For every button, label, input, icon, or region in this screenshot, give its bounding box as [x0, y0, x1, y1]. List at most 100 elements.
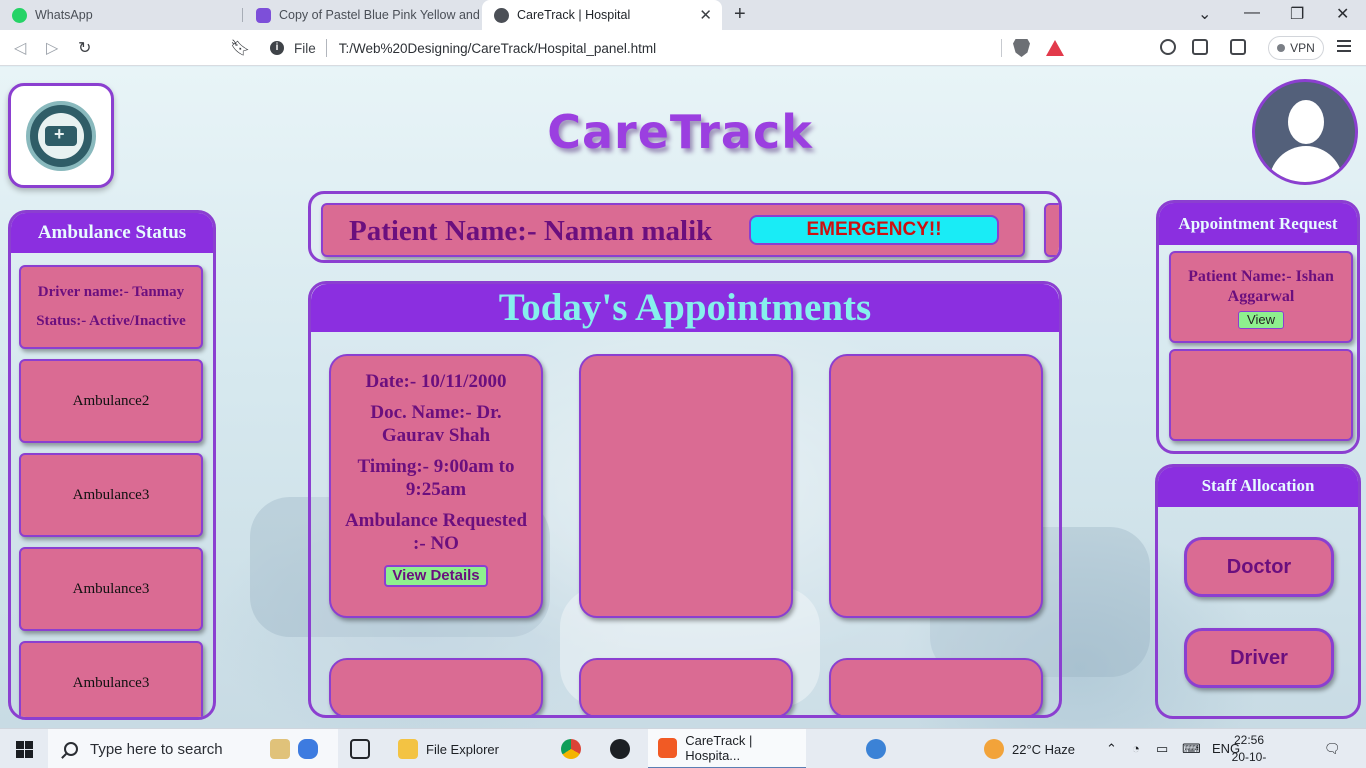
folder-icon — [398, 739, 418, 759]
driver-name: Driver name:- Tanmay — [37, 284, 185, 300]
brave-rewards-icon[interactable] — [1046, 40, 1064, 56]
staff-allocation-title: Staff Allocation — [1158, 467, 1358, 507]
caretrack-taskbar-button[interactable]: CareTrack | Hospita... — [648, 729, 806, 768]
wallet-icon[interactable] — [1230, 39, 1246, 55]
ambulance-label: Ambulance3 — [72, 486, 150, 503]
ambulance-status-title: Ambulance Status — [11, 213, 213, 253]
appointment-doctor: Doc. Name:- Dr. Gaurav Shah — [370, 402, 502, 446]
chevron-down-icon[interactable]: ⌄ — [1198, 4, 1211, 24]
help-icon[interactable] — [866, 729, 886, 768]
appointment-card[interactable] — [579, 354, 793, 618]
ambulance-card[interactable]: Driver name:- Tanmay Status:- Active/Ina… — [19, 265, 203, 349]
vpn-status-icon — [1277, 44, 1286, 52]
restore-icon[interactable]: ❐ — [1290, 4, 1304, 24]
taskbar: Type here to search File Explorer CareTr… — [0, 728, 1366, 768]
tab-title: WhatsApp — [35, 8, 93, 22]
tab-canva[interactable]: Copy of Pastel Blue Pink Yellow and O — [244, 0, 480, 30]
avatar[interactable] — [1252, 79, 1358, 185]
ambulance-card[interactable]: Ambulance3 — [19, 547, 203, 631]
appointment-card[interactable] — [329, 658, 543, 715]
appointments-title: Today's Appointments — [311, 284, 1059, 332]
ambulance-card[interactable]: Ambulance3 — [19, 453, 203, 537]
appointment-card[interactable] — [829, 658, 1043, 715]
emergency-card[interactable]: Patient Name:- Naman malik EMERGENCY!! — [321, 203, 1025, 257]
driver-button[interactable]: Driver — [1184, 628, 1334, 688]
tab-whatsapp[interactable]: WhatsApp — [0, 0, 242, 30]
clock-date: 20-10-2023 — [1231, 750, 1267, 768]
forward-icon[interactable]: ▷ — [46, 38, 58, 58]
weather-text: 22°C Haze — [1012, 741, 1076, 757]
ambulance-label: Ambulance2 — [72, 392, 150, 409]
search-placeholder: Type here to search — [90, 740, 223, 758]
battery-icon[interactable]: ▭ — [1156, 741, 1168, 757]
appointment-ambulance: Ambulance Requested :- NO — [344, 510, 528, 554]
emergency-card[interactable] — [1044, 203, 1059, 257]
vpn-button[interactable]: VPN — [1268, 36, 1324, 60]
tab-separator — [242, 8, 243, 22]
appointment-card[interactable]: Date:- 10/11/2000 Doc. Name:- Dr. Gaurav… — [329, 354, 543, 618]
user-body-shape — [1269, 146, 1343, 182]
request-card[interactable]: Patient Name:- Ishan Aggarwal View — [1169, 251, 1353, 343]
request-card[interactable] — [1169, 349, 1353, 441]
file-explorer-button[interactable]: File Explorer — [398, 729, 499, 768]
ambulance-label: Ambulance3 — [72, 580, 150, 597]
caretrack-taskbar-label: CareTrack | Hospita... — [685, 733, 753, 763]
close-icon[interactable]: ✕ — [699, 6, 712, 24]
task-view-icon[interactable] — [350, 729, 370, 768]
sidebar-icon[interactable] — [1192, 39, 1208, 55]
appointments-panel: Today's Appointments Date:- 10/11/2000 D… — [308, 281, 1062, 718]
keyboard-icon[interactable]: ⌨ — [1182, 741, 1201, 757]
tab-title: CareTrack | Hospital — [517, 8, 631, 22]
appointment-request-title: Appointment Request — [1159, 203, 1357, 245]
notifications-icon[interactable]: 🗨︎ — [1324, 741, 1341, 757]
emergency-bar: Patient Name:- Naman malik EMERGENCY!! — [308, 191, 1062, 263]
ambulance-card[interactable]: Ambulance3 — [19, 641, 203, 717]
ambulance-status-panel: Ambulance Status Driver name:- Tanmay St… — [8, 210, 216, 720]
user-head-shape — [1288, 100, 1324, 144]
minimize-icon[interactable]: — — [1244, 4, 1260, 22]
whatsapp-icon — [12, 7, 27, 23]
notes-app-icon[interactable] — [270, 729, 318, 768]
logo[interactable] — [8, 83, 114, 188]
vpn-label: VPN — [1290, 41, 1315, 55]
bookmark-icon[interactable]: 🔖︎ — [230, 38, 250, 58]
back-icon[interactable]: ◁ — [14, 38, 26, 58]
view-details-button[interactable]: View Details — [384, 565, 488, 587]
request-patient-name: Patient Name:- Ishan Aggarwal — [1188, 268, 1334, 305]
new-tab-icon[interactable]: + — [734, 3, 746, 26]
view-button[interactable]: View — [1238, 311, 1284, 329]
weather-widget[interactable]: 22°C Haze — [984, 729, 1075, 768]
wifi-icon[interactable]: ◔ — [1132, 741, 1140, 756]
brave-icon — [658, 738, 678, 758]
address-bar[interactable]: i File T:/Web%20Designing/CareTrack/Hosp… — [258, 33, 1074, 63]
doctor-button[interactable]: Doctor — [1184, 537, 1334, 597]
tab-caretrack[interactable]: CareTrack | Hospital ✕ — [482, 0, 722, 30]
emergency-patient-name: Patient Name:- Naman malik — [349, 215, 713, 247]
window-close-icon[interactable]: ✕ — [1336, 4, 1349, 24]
clock-time: 22:56 — [1233, 733, 1265, 747]
info-icon[interactable]: i — [270, 41, 284, 55]
globe-icon — [494, 7, 509, 23]
canva-icon — [256, 7, 271, 23]
appointment-request-panel: Appointment Request Patient Name:- Ishan… — [1156, 200, 1360, 454]
tab-title: Copy of Pastel Blue Pink Yellow and O — [279, 8, 480, 22]
app-icon[interactable] — [610, 729, 630, 768]
chevron-up-icon[interactable]: ⌃ — [1106, 741, 1117, 757]
ambulance-card[interactable]: Ambulance2 — [19, 359, 203, 443]
menu-icon[interactable] — [1337, 40, 1351, 55]
extensions-icon[interactable] — [1160, 39, 1176, 55]
clock[interactable]: 22:56 20-10-2023 — [1224, 732, 1274, 768]
url-divider — [325, 39, 327, 57]
appointment-timing: Timing:- 9:00am to 9:25am — [357, 456, 515, 500]
windows-start-icon[interactable] — [16, 741, 33, 758]
appointment-card[interactable] — [829, 354, 1043, 618]
reload-icon[interactable]: ↻ — [78, 38, 91, 58]
search-icon — [64, 742, 78, 756]
emergency-button[interactable]: EMERGENCY!! — [749, 215, 999, 245]
weather-icon — [984, 739, 1004, 759]
appointment-card[interactable] — [579, 658, 793, 715]
chrome-icon[interactable] — [561, 729, 581, 768]
browser-tab-bar: WhatsApp Copy of Pastel Blue Pink Yellow… — [0, 0, 1366, 30]
ambulance-logo-icon — [26, 100, 96, 171]
url-text[interactable]: T:/Web%20Designing/CareTrack/Hospital_pa… — [339, 41, 656, 56]
